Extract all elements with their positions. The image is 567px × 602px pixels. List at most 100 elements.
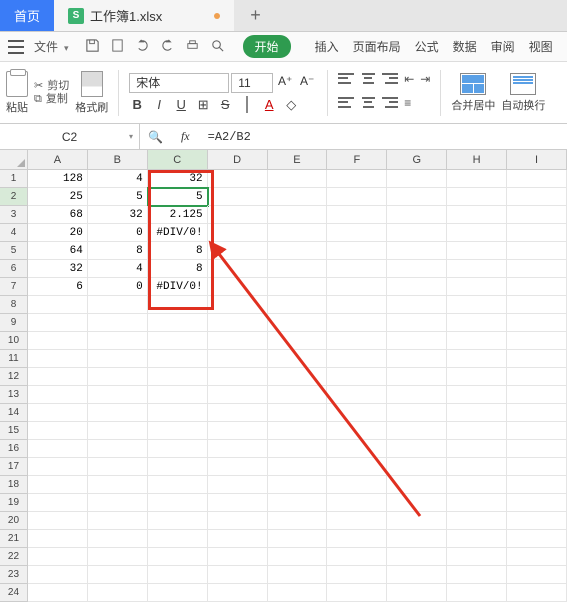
cell-H12[interactable] [447,368,507,386]
cell-B18[interactable] [88,476,148,494]
cell-G7[interactable] [387,278,447,296]
cell-B19[interactable] [88,494,148,512]
menu-view[interactable]: 视图 [529,38,553,55]
cell-I17[interactable] [507,458,567,476]
cell-E14[interactable] [268,404,328,422]
formula-input[interactable]: =A2/B2 [208,130,251,144]
row-header[interactable]: 24 [0,584,28,602]
file-menu[interactable]: 文件 [34,38,69,55]
cell-B15[interactable] [88,422,148,440]
cell-C12[interactable] [148,368,208,386]
cell-C20[interactable] [148,512,208,530]
row-header[interactable]: 15 [0,422,28,440]
cell-A17[interactable] [28,458,88,476]
cell-H21[interactable] [447,530,507,548]
cell-F17[interactable] [327,458,387,476]
italic-button[interactable]: I [151,97,167,112]
cell-E15[interactable] [268,422,328,440]
cell-C19[interactable] [148,494,208,512]
align-left-button[interactable] [338,96,354,110]
cell-G19[interactable] [387,494,447,512]
font-size-select[interactable]: 11 [231,73,273,93]
cell-B22[interactable] [88,548,148,566]
cell-C14[interactable] [148,404,208,422]
align-middle-button[interactable] [360,72,376,86]
cell-G17[interactable] [387,458,447,476]
cell-D4[interactable] [208,224,268,242]
cell-C24[interactable] [148,584,208,602]
cell-E18[interactable] [268,476,328,494]
zoom-icon[interactable] [148,130,163,144]
cell-F19[interactable] [327,494,387,512]
cell-H7[interactable] [447,278,507,296]
cell-D13[interactable] [208,386,268,404]
cell-E21[interactable] [268,530,328,548]
cell-C18[interactable] [148,476,208,494]
cell-F16[interactable] [327,440,387,458]
cell-E4[interactable] [268,224,328,242]
cell-B17[interactable] [88,458,148,476]
spreadsheet-grid[interactable]: ABCDEFGHI 112843222555368322.1254200#DIV… [0,150,567,602]
cell-F18[interactable] [327,476,387,494]
cell-F3[interactable] [327,206,387,224]
cell-F6[interactable] [327,260,387,278]
cell-G1[interactable] [387,170,447,188]
cell-B16[interactable] [88,440,148,458]
cell-E23[interactable] [268,566,328,584]
cell-H19[interactable] [447,494,507,512]
copy-button[interactable]: 复制 [34,93,69,106]
cell-D12[interactable] [208,368,268,386]
cell-A20[interactable] [28,512,88,530]
cell-F24[interactable] [327,584,387,602]
cell-G13[interactable] [387,386,447,404]
cell-I24[interactable] [507,584,567,602]
font-family-select[interactable]: 宋体 [129,73,229,93]
cell-D19[interactable] [208,494,268,512]
cell-E24[interactable] [268,584,328,602]
cell-E19[interactable] [268,494,328,512]
cell-I7[interactable] [507,278,567,296]
col-header-C[interactable]: C [148,150,208,170]
cell-C1[interactable]: 32 [148,170,208,188]
cell-F8[interactable] [327,296,387,314]
cell-F23[interactable] [327,566,387,584]
cell-A21[interactable] [28,530,88,548]
cell-I23[interactable] [507,566,567,584]
cell-G3[interactable] [387,206,447,224]
indent-left-button[interactable]: ⇤ [404,72,414,90]
cell-E11[interactable] [268,350,328,368]
cell-G10[interactable] [387,332,447,350]
cell-G4[interactable] [387,224,447,242]
cell-B8[interactable] [88,296,148,314]
cell-E5[interactable] [268,242,328,260]
strikethrough-button[interactable]: S [217,97,233,112]
cell-G9[interactable] [387,314,447,332]
cell-B21[interactable] [88,530,148,548]
cell-H14[interactable] [447,404,507,422]
cut-button[interactable]: 剪切 [34,80,69,93]
cell-D2[interactable] [208,188,268,206]
cell-G24[interactable] [387,584,447,602]
font-grow-button[interactable]: A⁺ [275,73,295,93]
cell-H6[interactable] [447,260,507,278]
cell-F5[interactable] [327,242,387,260]
cell-C17[interactable] [148,458,208,476]
col-header-H[interactable]: H [447,150,507,170]
cell-F14[interactable] [327,404,387,422]
row-header[interactable]: 1 [0,170,28,188]
row-header[interactable]: 23 [0,566,28,584]
row-header[interactable]: 3 [0,206,28,224]
cell-E6[interactable] [268,260,328,278]
cell-D5[interactable] [208,242,268,260]
hamburger-icon[interactable] [8,40,24,54]
menu-layout[interactable]: 页面布局 [353,38,401,55]
format-brush-group[interactable]: 格式刷 [75,71,108,115]
cell-G22[interactable] [387,548,447,566]
align-bottom-button[interactable] [382,72,398,86]
cell-I14[interactable] [507,404,567,422]
cell-C8[interactable] [148,296,208,314]
row-header[interactable]: 14 [0,404,28,422]
cell-E8[interactable] [268,296,328,314]
cell-F20[interactable] [327,512,387,530]
cell-I22[interactable] [507,548,567,566]
